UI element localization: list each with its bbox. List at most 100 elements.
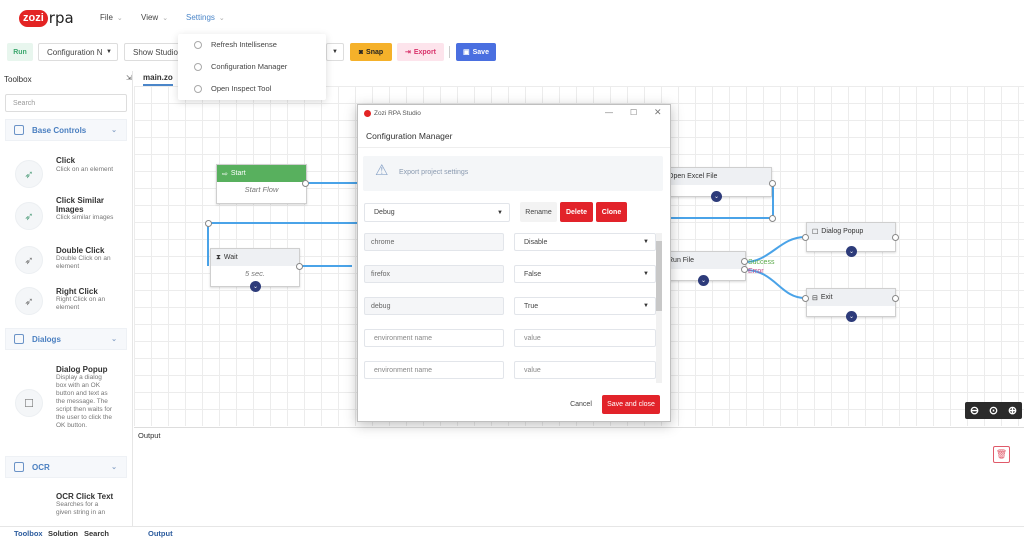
setting-value: True [524,302,539,310]
export-settings-box[interactable]: ⚠ Export project settings [363,156,663,191]
expand-icon[interactable]: ⌄ [846,246,857,257]
inspect-icon [194,84,202,93]
node-header: ⇨ Start [217,165,306,182]
node-title: Wait [223,254,238,261]
node-body: 5 sec. [244,269,265,278]
port-in[interactable] [802,234,809,241]
setting-value-select[interactable]: True ▼ [514,297,656,315]
port-out[interactable] [296,263,303,270]
menu-item-label: Configuration Manager [211,62,288,71]
node-body: Start Flow [244,185,279,194]
setting-value: Disable [524,238,548,246]
menu-item-configuration-manager[interactable]: Configuration Manager [194,62,287,71]
setting-value-select[interactable]: False ▼ [514,265,656,283]
environment-value-input[interactable]: value [514,329,656,347]
setting-key[interactable]: firefox [364,265,504,283]
caret-down-icon: ▼ [643,271,649,277]
node-header: Run File [661,252,745,269]
setting-key[interactable]: chrome [364,233,504,251]
port-out[interactable] [892,295,899,302]
expand-icon[interactable]: ⌄ [698,275,709,286]
caret-down-icon: ▼ [497,209,503,216]
scrollbar-track[interactable] [656,233,662,383]
clone-button[interactable]: Clone [596,202,627,222]
port-out[interactable] [892,234,899,241]
zoom-in-icon[interactable]: ⊕ [1008,404,1017,417]
trash-icon[interactable]: 🗑 [993,446,1010,463]
node-dialog-popup[interactable]: ☐ Dialog Popup ⌄ [806,222,896,257]
node-header: ⊟ Exit [807,289,895,306]
configuration-manager-dialog: Zozi RPA Studio — ☐ ✕ Configuration Mana… [357,104,671,422]
exit-icon: ⊟ [812,294,818,302]
output-title: Output [138,431,161,440]
delete-button[interactable]: Delete [560,202,593,222]
scrollbar-thumb[interactable] [656,241,662,311]
node-title: Dialog Popup [821,228,864,235]
start-icon: ⇨ [222,170,228,178]
warning-icon: ⚠ [375,162,389,179]
node-open-excel-file[interactable]: Open Excel File ⌄ [660,167,772,202]
maximize-icon[interactable]: ☐ [630,108,637,117]
node-run-file[interactable]: Run File ⌄ [660,251,746,286]
node-header: ☐ Dialog Popup [807,223,895,240]
bottom-tab-bar: Toolbox Solution Search Output [0,526,1024,538]
clock-icon: ⧗ [216,253,221,261]
divider [358,147,670,148]
node-start[interactable]: ⇨ Start Start Flow [216,164,307,204]
tab-solution[interactable]: Solution [48,529,78,538]
menu-item-open-inspect-tool[interactable]: Open Inspect Tool [194,84,271,93]
caret-down-icon: ▼ [643,303,649,309]
port-in[interactable] [802,295,809,302]
zoom-out-icon[interactable]: ⊖ [970,404,979,417]
settings-dropdown: Refresh Intellisense Configuration Manag… [178,34,326,100]
refresh-icon [194,40,202,49]
node-exit[interactable]: ⊟ Exit ⌄ [806,288,896,322]
close-icon[interactable]: ✕ [654,107,662,118]
minimize-icon[interactable]: — [605,108,613,117]
setting-value: False [524,270,542,278]
node-title: Exit [820,294,833,301]
environment-value-input[interactable]: value [514,361,656,379]
port-in[interactable] [205,220,212,227]
configuration-select-value: Debug [374,209,395,216]
expand-icon[interactable]: ⌄ [250,281,261,292]
tab-search[interactable]: Search [84,529,109,538]
node-header: Open Excel File [661,168,771,185]
rename-button[interactable]: Rename [520,202,557,222]
menu-item-refresh-intellisense[interactable]: Refresh Intellisense [194,40,277,49]
node-wait[interactable]: ⧗ Wait 5 sec. ⌄ [210,248,300,292]
node-title: Start [230,170,246,177]
port-in[interactable] [769,215,776,222]
setting-value-select[interactable]: Disable ▼ [514,233,656,251]
app-icon [364,110,371,117]
configuration-select[interactable]: Debug ▼ [364,203,510,222]
menu-item-label: Refresh Intellisense [211,40,277,49]
port-out[interactable] [769,180,776,187]
environment-name-input[interactable]: environment name [364,361,504,379]
setting-key[interactable]: debug [364,297,504,315]
dialog-window-title: Zozi RPA Studio [374,110,421,117]
output-panel-header: Output [134,427,1024,441]
port-error[interactable] [741,266,748,273]
environment-name-input[interactable]: environment name [364,329,504,347]
gear-icon [194,62,202,71]
tab-output[interactable]: Output [148,529,173,538]
cancel-button[interactable]: Cancel [563,395,599,414]
dialog-icon: ☐ [812,228,819,236]
export-settings-text: Export project settings [399,169,469,176]
dialog-heading: Configuration Manager [366,131,453,141]
node-header: ⧗ Wait [211,249,299,266]
error-label: Error [748,268,764,275]
save-and-close-button[interactable]: Save and close [602,395,660,414]
caret-down-icon: ▼ [643,239,649,245]
node-title: Run File [668,257,695,264]
expand-icon[interactable]: ⌄ [846,311,857,322]
tab-toolbox[interactable]: Toolbox [14,529,43,538]
zoom-reset-icon[interactable]: ⊙ [989,404,998,417]
node-title: Open Excel File [668,173,718,180]
port-success[interactable] [741,258,748,265]
expand-icon[interactable]: ⌄ [711,191,722,202]
success-label: Success [748,259,775,266]
menu-item-label: Open Inspect Tool [211,84,272,93]
port-out[interactable] [302,180,309,187]
